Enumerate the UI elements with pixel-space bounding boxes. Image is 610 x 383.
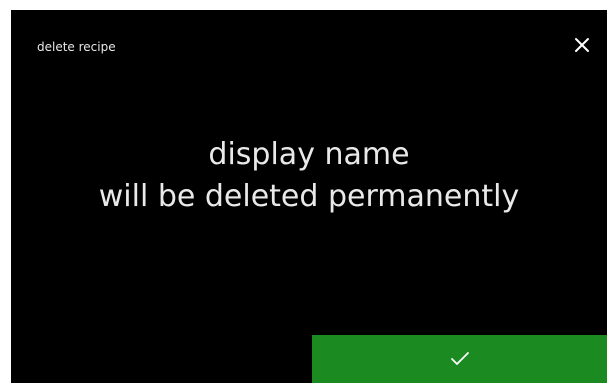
screen-title: delete recipe <box>37 40 116 54</box>
item-name-text: display name <box>208 137 410 172</box>
close-icon <box>575 38 589 52</box>
checkmark-icon <box>450 352 469 365</box>
close-button[interactable] <box>569 32 595 58</box>
confirmation-message: display name will be deleted permanently <box>11 134 607 218</box>
warning-text: will be deleted permanently <box>98 179 520 214</box>
dialog-screen: delete recipe display name will be delet… <box>11 10 607 383</box>
confirm-button[interactable] <box>312 335 607 383</box>
